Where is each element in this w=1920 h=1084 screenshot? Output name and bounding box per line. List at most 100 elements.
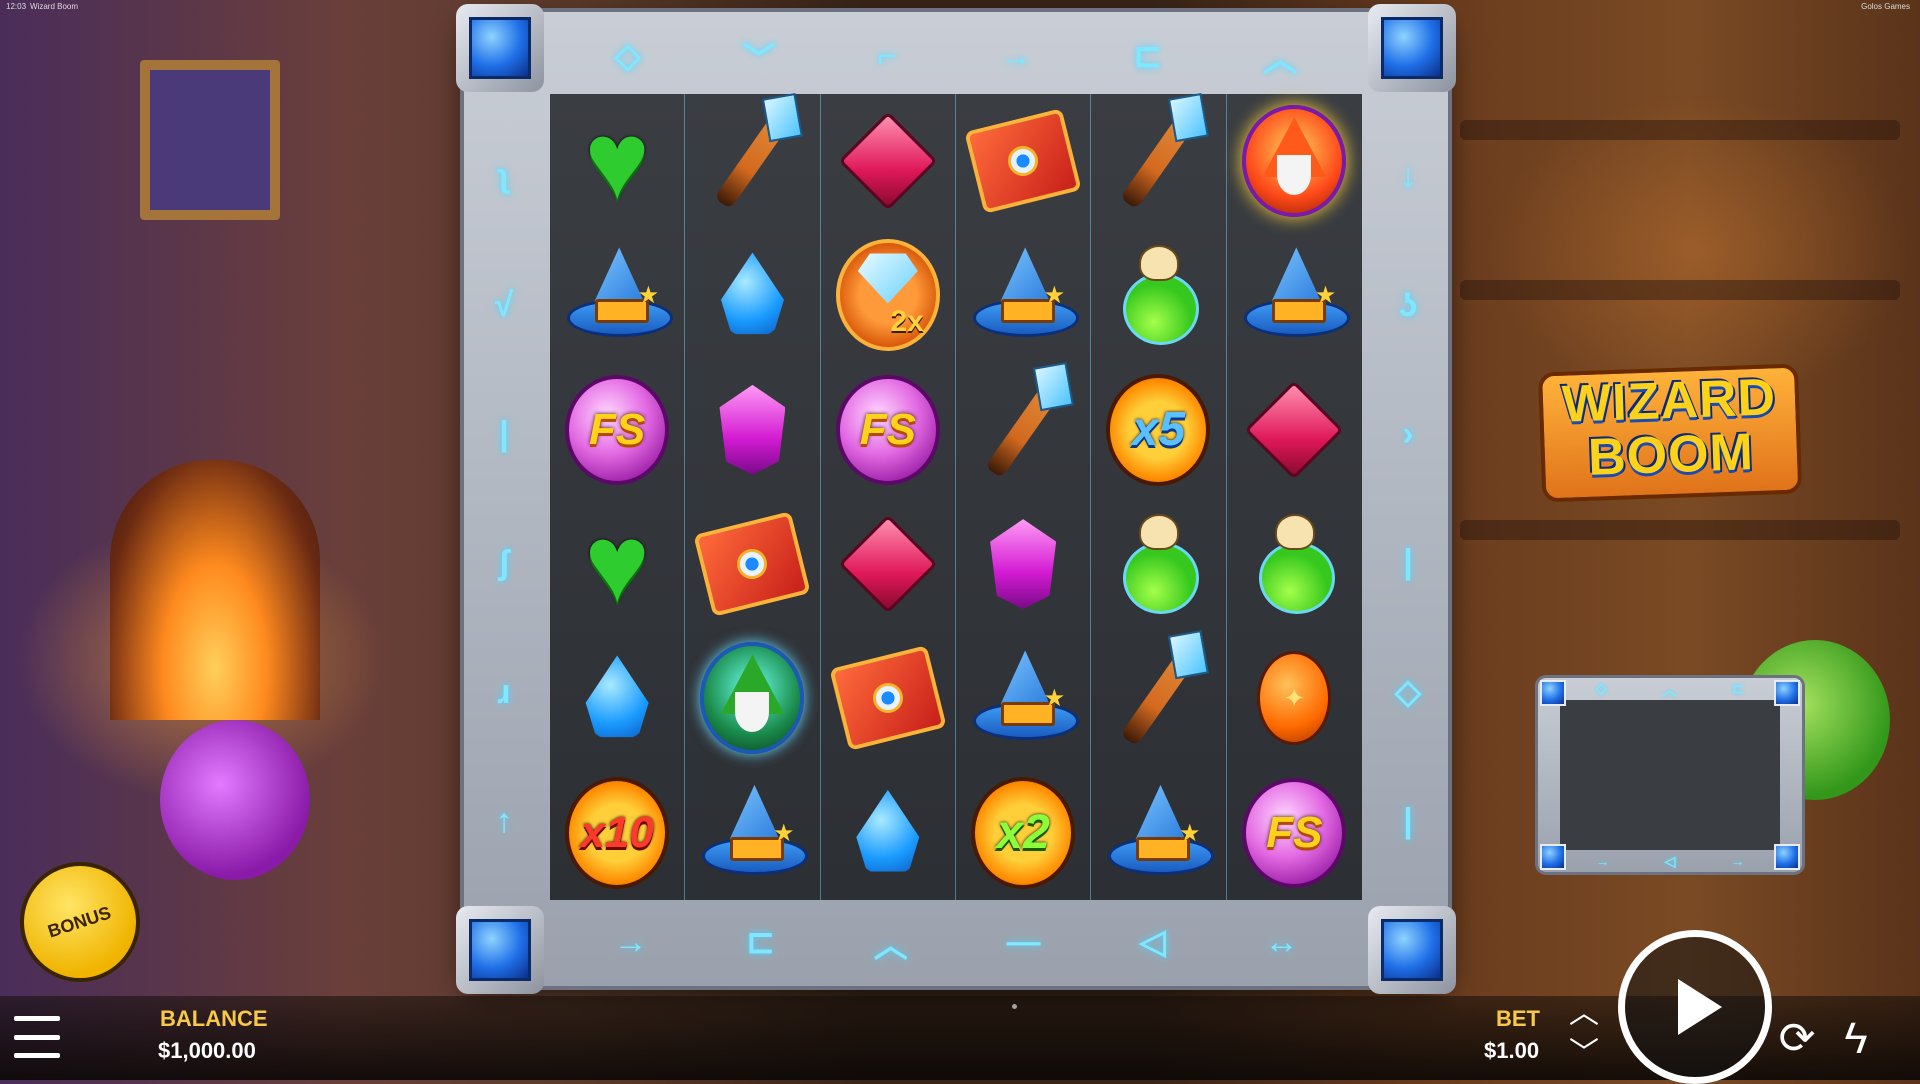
- reel-cell: FS: [550, 362, 686, 497]
- wizard-hat-icon: ★: [1106, 781, 1215, 885]
- reel-cell: [685, 228, 821, 363]
- reel-cell: [821, 765, 956, 900]
- page-indicator-dot: [1012, 1004, 1017, 1009]
- spell-book-icon: [964, 108, 1082, 215]
- magic-wand-icon: [1106, 109, 1210, 213]
- reel-cell: [956, 362, 1092, 497]
- reel-cell: [685, 362, 821, 497]
- reel-cell: [550, 631, 686, 766]
- green-heart-icon: ♥: [584, 99, 650, 223]
- reel-cell: x2: [956, 765, 1092, 900]
- chevron-down-icon: ﹀: [1569, 1037, 1599, 1070]
- reel-cell: x10: [550, 765, 686, 900]
- bet-increase-button[interactable]: ︿: [1566, 996, 1602, 1030]
- skull-potion-icon: [1106, 512, 1210, 616]
- multiplier-coin-icon: x10: [565, 776, 670, 889]
- wizard-hat-icon: ★: [700, 781, 809, 885]
- reel-cell: x5: [1091, 362, 1227, 497]
- pink-ruby-icon: [836, 512, 940, 616]
- symbol-label: x5: [1106, 373, 1211, 486]
- mini-corner-gem: [1540, 844, 1566, 870]
- pink-ruby-icon: [836, 109, 940, 213]
- wizard-hat-icon: ★: [971, 646, 1080, 750]
- rune-rail-top: ◇ ﹀ ⌐ → ⊏ ︿: [614, 36, 1298, 79]
- reel-cell: [1091, 228, 1227, 363]
- lightning-icon: ϟ: [1844, 1014, 1868, 1063]
- magic-wand-icon: [1106, 646, 1210, 750]
- reel-cell: ♥: [550, 94, 686, 229]
- fireplace: [110, 460, 320, 720]
- symbol-label: 2x: [890, 305, 924, 339]
- mini-corner-gem: [1540, 680, 1566, 706]
- reel-cell: [1091, 94, 1227, 229]
- reel-cell: ★: [1091, 765, 1227, 900]
- bookshelf: [1460, 120, 1900, 140]
- rune-rail-left: ʅ √ | ʃ ɹ ↑: [494, 157, 514, 840]
- green-wizard-icon: [700, 642, 805, 755]
- turbo-button[interactable]: ϟ: [1836, 1014, 1876, 1064]
- bookshelf: [1460, 280, 1900, 300]
- corner-gem: [456, 4, 544, 92]
- reel-cell: [685, 631, 821, 766]
- fire-wizard-icon: [1242, 105, 1347, 218]
- bet-decrease-button[interactable]: ﹀: [1566, 1036, 1602, 1070]
- rune-rail-right: ↓ ʖ › | ◇ |: [1394, 156, 1422, 841]
- reel-cell: [1227, 94, 1362, 228]
- mini-reel-window: [1560, 700, 1780, 850]
- wizard-hat-icon: ★: [1242, 243, 1351, 347]
- multiplier-coin-icon: x5: [1106, 373, 1211, 486]
- reels-grid: ♥ ★ 2x ★ ★ FS FS x5 ♥ ★ ✦ x10 ★ x2 ★ FS: [550, 94, 1362, 900]
- reel-cell: [1227, 363, 1362, 497]
- reel-cell: FS: [821, 362, 956, 497]
- mini-corner-gem: [1774, 844, 1800, 870]
- reels-frame: ◇ ﹀ ⌐ → ⊏ ︿ → ⊏ ︿ — ◁ ↔ ʅ √ | ʃ ɹ ↑ ↓ ʖ › | ◇ | ♥ ★ 2x ★ ★ FS FS x5…: [456, 4, 1456, 994]
- bonus-label: BONUS: [45, 901, 114, 942]
- autoplay-icon: ⟳: [1778, 1014, 1816, 1063]
- autoplay-button[interactable]: ⟳: [1772, 1014, 1822, 1064]
- reel-cell: [1091, 496, 1227, 632]
- play-icon: [1678, 979, 1722, 1035]
- reel-cell: [821, 496, 956, 632]
- reel-cell: ✦: [1227, 631, 1362, 765]
- hamburger-menu-icon[interactable]: [14, 1016, 60, 1058]
- reel-cell: ★: [956, 631, 1092, 766]
- skull-potion-icon: [1242, 512, 1346, 616]
- symbol-label: FS: [1242, 777, 1347, 888]
- mini-corner-gem: [1774, 680, 1800, 706]
- pink-ruby-icon: [1242, 378, 1346, 482]
- reel-cell: [956, 94, 1092, 229]
- balance-value: $1,000.00: [158, 1038, 256, 1063]
- blue-sapphire-icon: [836, 781, 940, 885]
- reel-cell: ★: [1227, 228, 1362, 362]
- reel-cell: [956, 496, 1092, 632]
- mini-reel-panel: ◇ ︿ ⊏ → ◁ →: [1538, 678, 1802, 872]
- symbol-label: FS: [565, 374, 670, 485]
- bonus-buy-button[interactable]: BONUS: [20, 862, 140, 982]
- multiplier-coin-icon: x2: [971, 776, 1076, 889]
- reel-cell: [1091, 631, 1227, 766]
- purple-potion-bottle: [160, 720, 310, 880]
- bookshelf: [1460, 520, 1900, 540]
- purple-amethyst-icon: [971, 512, 1075, 616]
- spin-button[interactable]: [1618, 930, 1772, 1084]
- mini-rune-rail-top: ◇ ︿ ⊏: [1595, 680, 1745, 698]
- balance-label: BALANCE: [160, 1006, 268, 1031]
- reel-cell: ★: [550, 228, 686, 363]
- corner-gem: [1368, 4, 1456, 92]
- wall-painting: [140, 60, 280, 220]
- chevron-up-icon: ︿: [1569, 997, 1599, 1030]
- free-spins-orb-icon: FS: [1242, 777, 1347, 888]
- reel-cell: ★: [685, 765, 821, 900]
- green-heart-icon: ♥: [584, 502, 650, 626]
- reel-cell: [685, 496, 821, 632]
- bet-label: BET: [1496, 1006, 1540, 1031]
- reel-cell: ★: [956, 228, 1092, 363]
- free-spins-orb-icon: FS: [565, 374, 670, 485]
- logo-line-2: BOOM: [1587, 423, 1755, 487]
- reel-cell: 2x: [821, 228, 956, 363]
- game-name: Wizard Boom: [30, 2, 79, 11]
- magic-wand-icon: [971, 378, 1075, 482]
- mini-rune-rail-bottom: → ◁ →: [1595, 853, 1745, 869]
- reel-cell: [821, 631, 956, 766]
- magic-wand-icon: [700, 109, 804, 213]
